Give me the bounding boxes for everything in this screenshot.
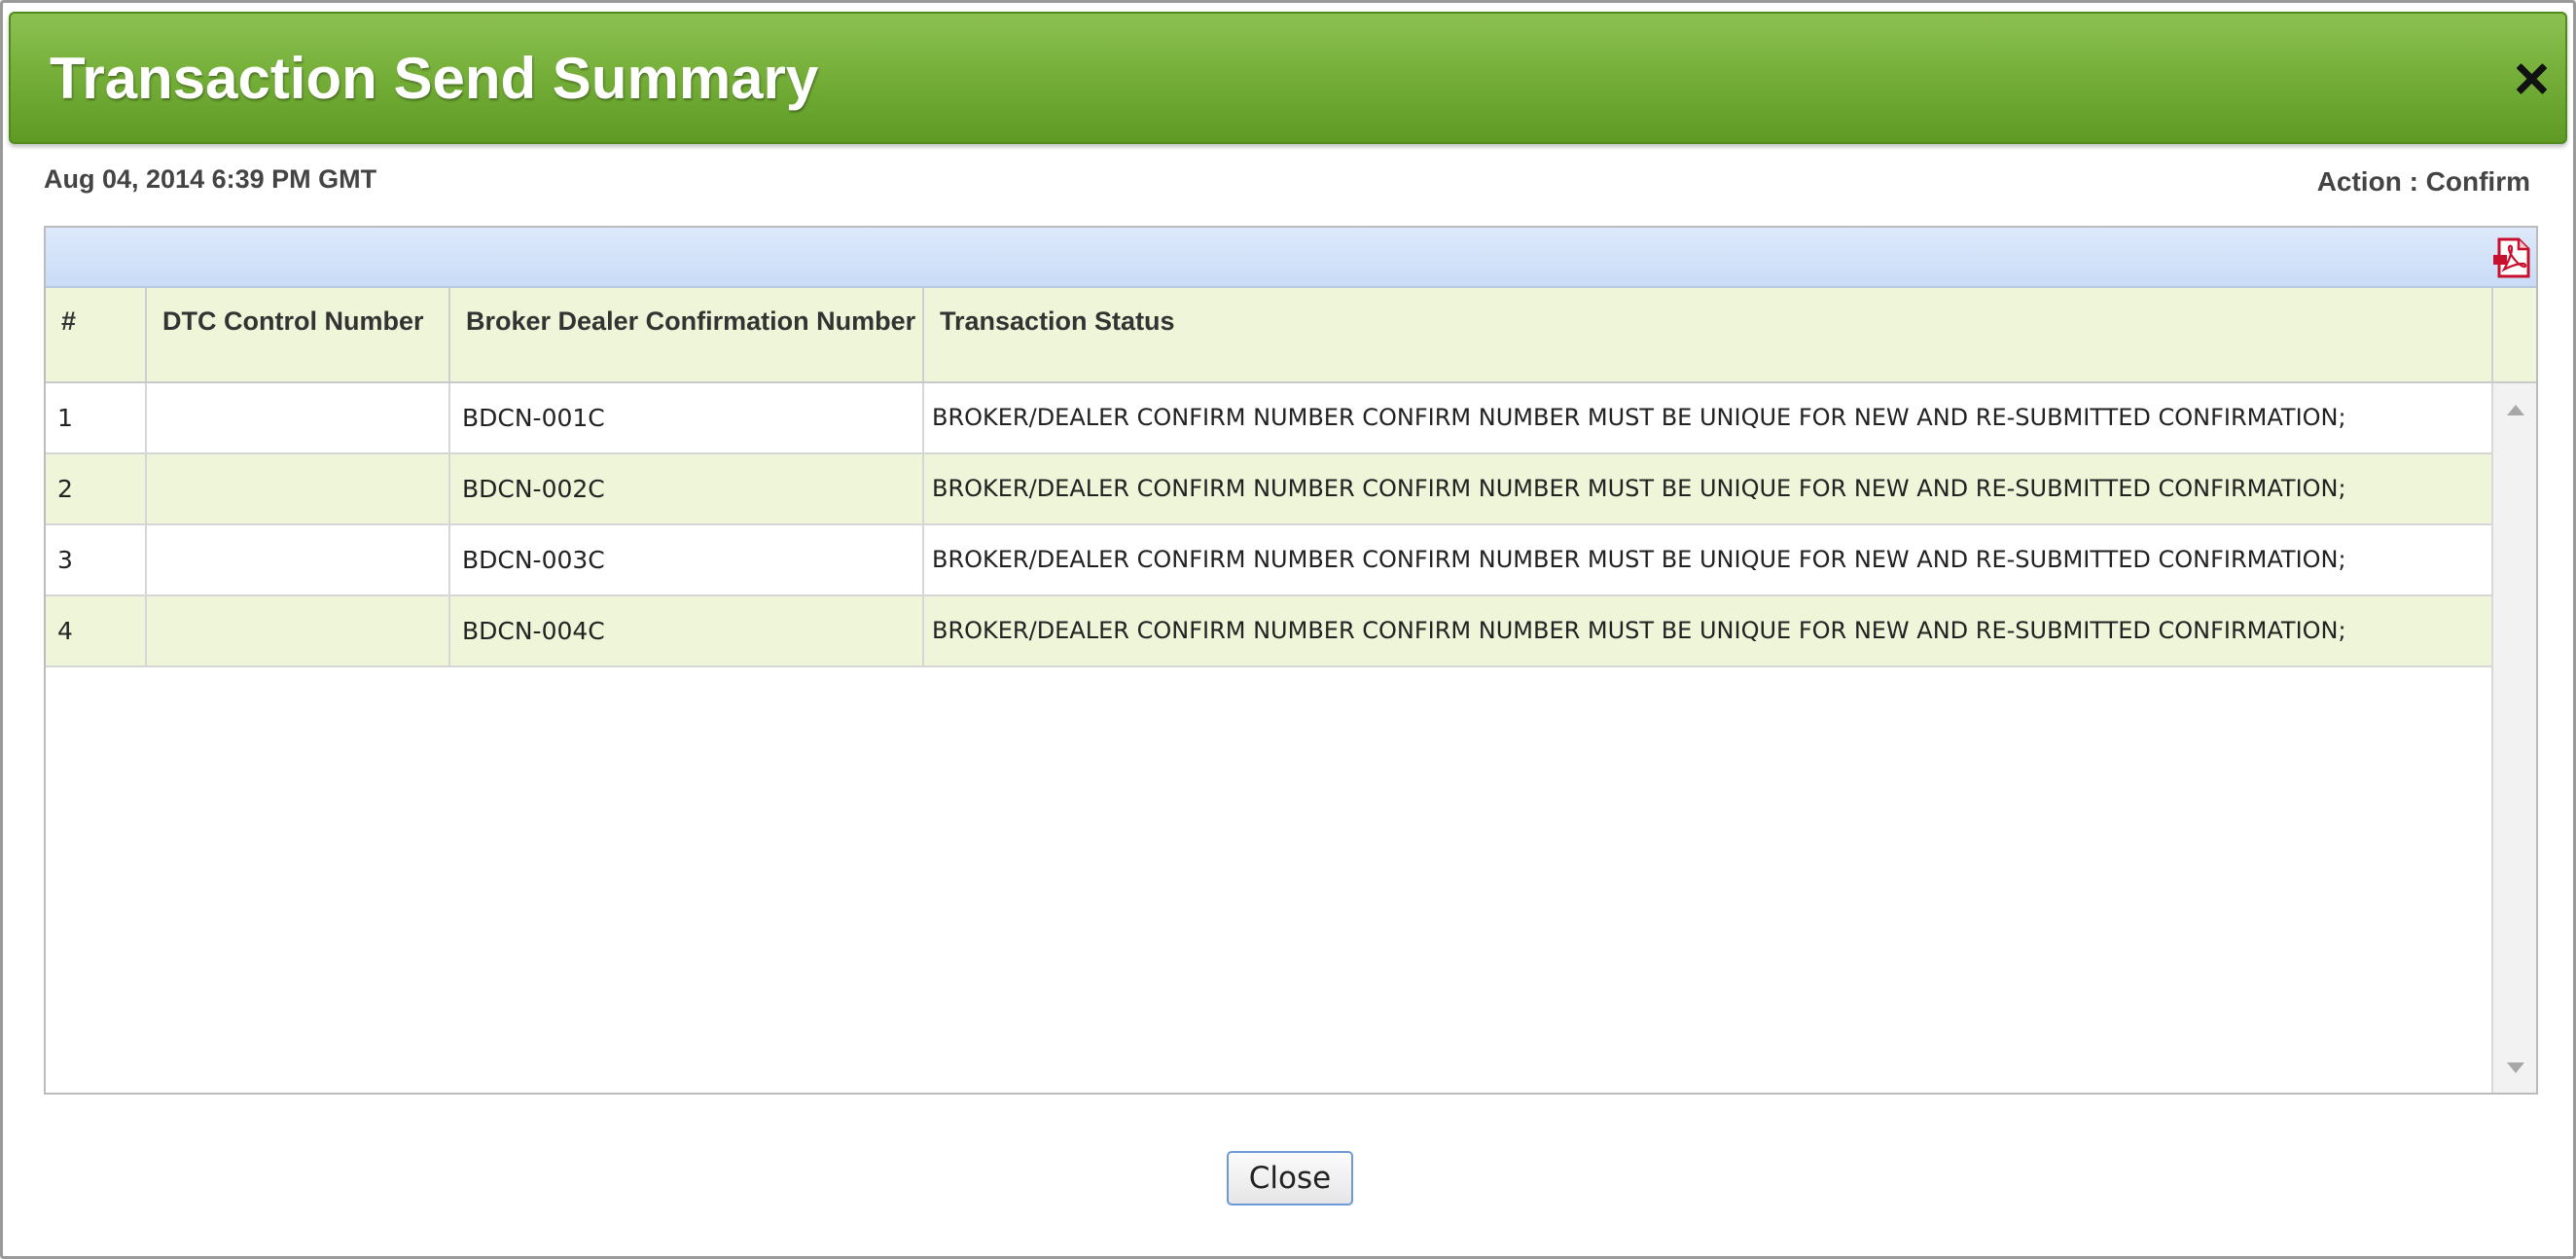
dtc-control-number-cell xyxy=(147,596,450,665)
transaction-grid: # DTC Control Number Broker Dealer Confi… xyxy=(44,226,2538,1095)
broker-dealer-confirmation-number-cell: BDCN-004C xyxy=(450,596,924,665)
dialog-title: Transaction Send Summary xyxy=(50,46,819,111)
action-label: Action : Confirm xyxy=(2316,166,2530,197)
transaction-send-summary-dialog: Transaction Send Summary Aug 04, 2014 6:… xyxy=(0,0,2576,1259)
column-header-broker-dealer-confirmation-number[interactable]: Broker Dealer Confirmation Number xyxy=(450,288,924,381)
grid-toolbar xyxy=(46,228,2536,288)
broker-dealer-confirmation-number-cell: BDCN-001C xyxy=(450,383,924,452)
dialog-title-bar[interactable]: Transaction Send Summary xyxy=(9,12,2567,144)
row-number-cell: 2 xyxy=(46,454,147,523)
transaction-status-cell: BROKER/DEALER CONFIRM NUMBER CONFIRM NUM… xyxy=(932,546,2346,573)
broker-dealer-confirmation-number-cell: BDCN-003C xyxy=(450,525,924,594)
transaction-status-cell: BROKER/DEALER CONFIRM NUMBER CONFIRM NUM… xyxy=(932,404,2346,431)
table-row[interactable]: 3 BDCN-003C BROKER/DEALER CONFIRM NUMBER… xyxy=(46,525,2493,596)
row-number-cell: 1 xyxy=(46,383,147,452)
column-header-transaction-status[interactable]: Transaction Status xyxy=(924,288,2493,381)
grid-header-row: # DTC Control Number Broker Dealer Confi… xyxy=(46,288,2493,383)
grid-body: 1 BDCN-001C BROKER/DEALER CONFIRM NUMBER… xyxy=(46,383,2493,1093)
header-scroll-corner xyxy=(2491,288,2536,383)
table-row[interactable]: 4 BDCN-004C BROKER/DEALER CONFIRM NUMBER… xyxy=(46,596,2493,667)
dtc-control-number-cell xyxy=(147,525,450,594)
close-icon[interactable] xyxy=(2515,62,2548,95)
transaction-status-cell: BROKER/DEALER CONFIRM NUMBER CONFIRM NUM… xyxy=(932,475,2346,502)
pdf-export-icon[interactable] xyxy=(2493,237,2532,278)
broker-dealer-confirmation-number-cell: BDCN-002C xyxy=(450,454,924,523)
column-header-dtc-control-number[interactable]: DTC Control Number xyxy=(147,288,450,381)
timestamp: Aug 04, 2014 6:39 PM GMT xyxy=(44,164,377,194)
vertical-scrollbar[interactable] xyxy=(2491,383,2536,1093)
scroll-up-arrow-icon[interactable] xyxy=(2507,405,2524,415)
row-number-cell: 4 xyxy=(46,596,147,665)
scroll-down-arrow-icon[interactable] xyxy=(2507,1062,2524,1073)
table-row[interactable]: 2 BDCN-002C BROKER/DEALER CONFIRM NUMBER… xyxy=(46,454,2493,525)
column-header-number[interactable]: # xyxy=(46,288,147,381)
close-button[interactable]: Close xyxy=(1227,1151,1353,1205)
table-row[interactable]: 1 BDCN-001C BROKER/DEALER CONFIRM NUMBER… xyxy=(46,383,2493,454)
dtc-control-number-cell xyxy=(147,383,450,452)
transaction-status-cell: BROKER/DEALER CONFIRM NUMBER CONFIRM NUM… xyxy=(932,617,2346,644)
dtc-control-number-cell xyxy=(147,454,450,523)
row-number-cell: 3 xyxy=(46,525,147,594)
